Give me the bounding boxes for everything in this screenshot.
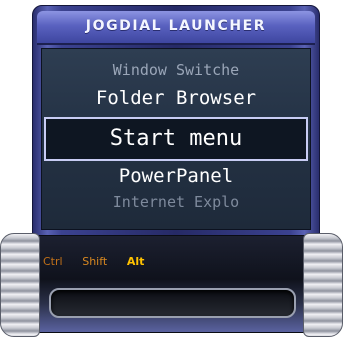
modifier-alt: Alt <box>126 255 145 268</box>
status-display <box>49 288 296 318</box>
menu-item-folder-browser[interactable]: Folder Browser <box>42 87 310 109</box>
modifier-keys: Ctrl Shift Alt <box>43 250 154 268</box>
menu-item-internet-explorer[interactable]: Internet Explo <box>42 193 310 211</box>
jogdial-launcher-window: JOGDIAL LAUNCHER Window Switche Folder B… <box>0 5 343 337</box>
menu-item-window-switcher[interactable]: Window Switche <box>42 61 310 79</box>
window-title: JOGDIAL LAUNCHER <box>85 18 267 34</box>
jog-dial-right-icon[interactable] <box>303 233 343 337</box>
launcher-base: Ctrl Shift Alt <box>0 233 343 337</box>
launcher-menu: Window Switche Folder Browser Start menu… <box>41 48 311 230</box>
base-center: Ctrl Shift Alt <box>28 235 315 333</box>
menu-item-start-menu-selected[interactable]: Start menu <box>44 117 308 161</box>
modifier-shift: Shift <box>82 255 108 268</box>
launcher-frame: JOGDIAL LAUNCHER Window Switche Folder B… <box>32 5 320 245</box>
modifier-ctrl: Ctrl <box>43 255 63 268</box>
menu-item-powerpanel[interactable]: PowerPanel <box>42 165 310 187</box>
jog-dial-left-icon[interactable] <box>0 233 40 337</box>
title-bar[interactable]: JOGDIAL LAUNCHER <box>37 11 315 45</box>
